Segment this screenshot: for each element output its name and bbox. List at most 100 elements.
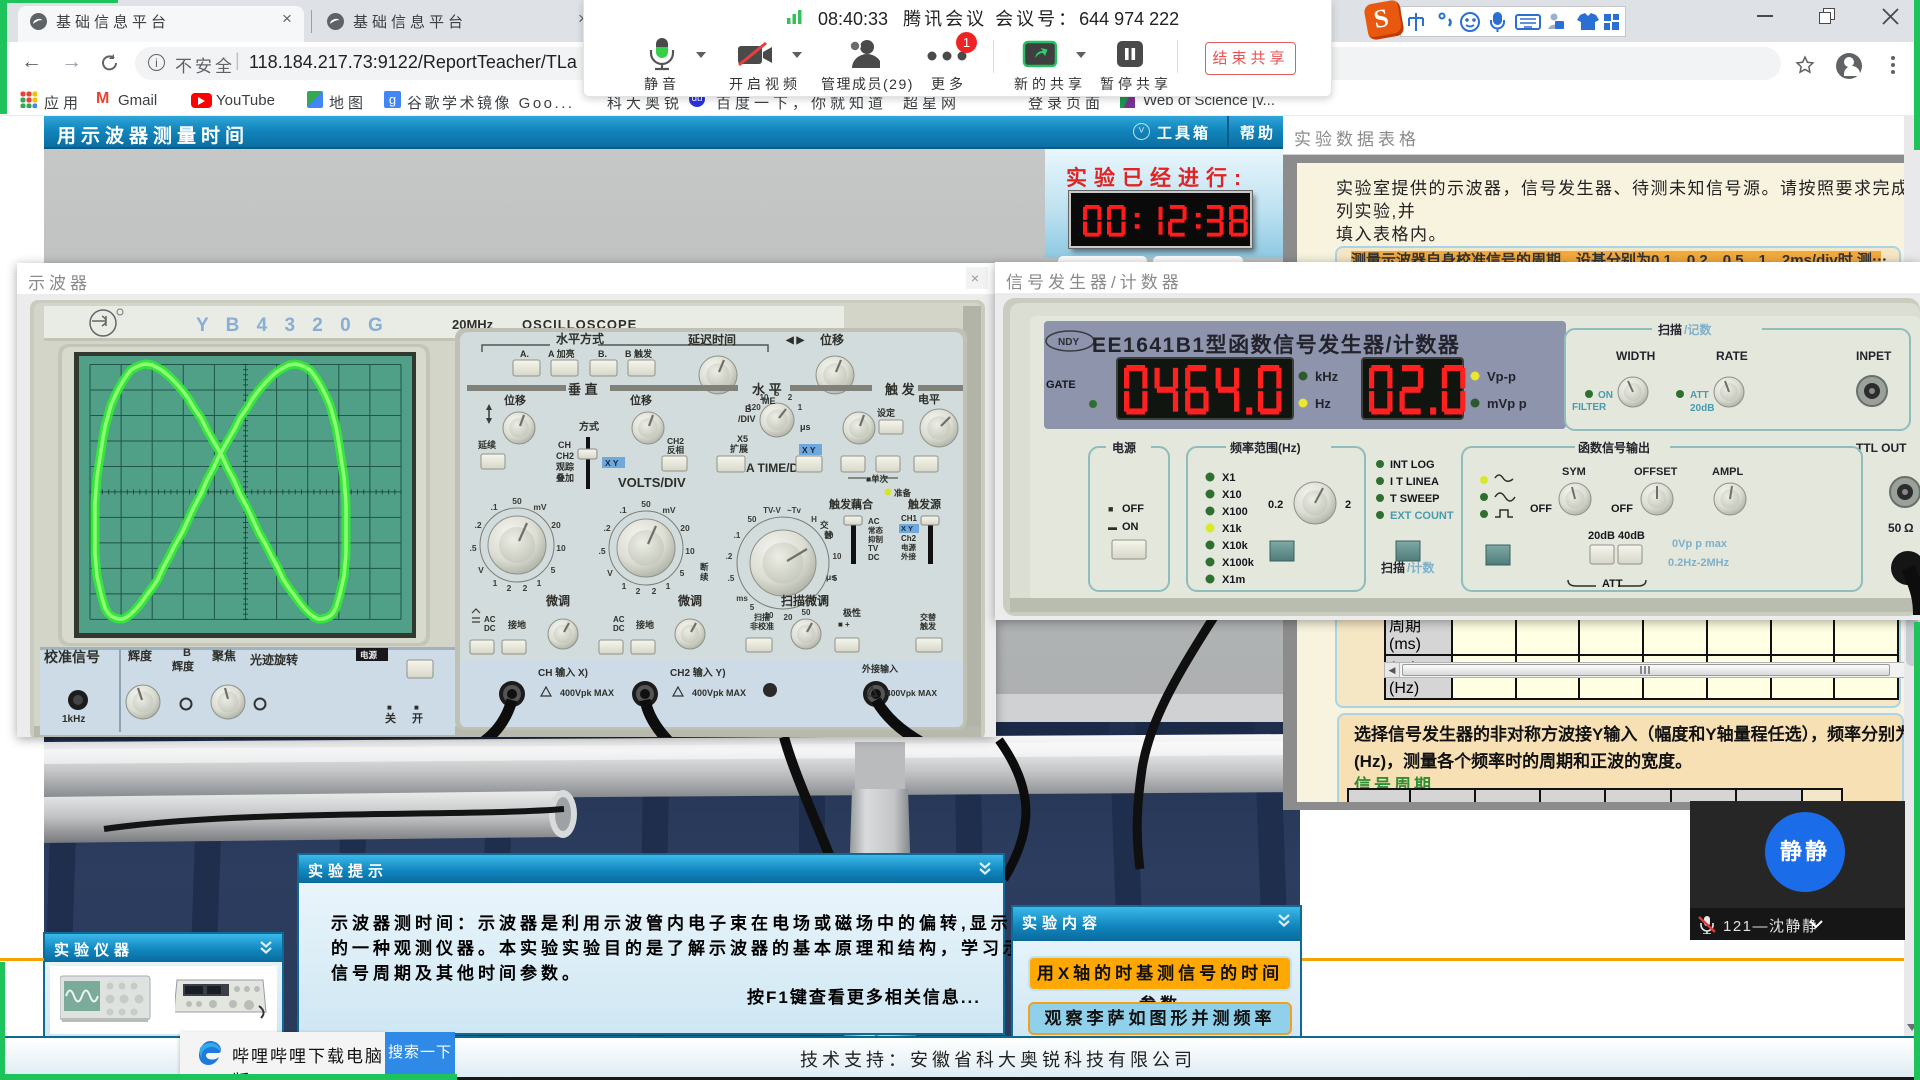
- svg-text:X10: X10: [1222, 489, 1242, 501]
- svg-text:400Vpk MAX: 400Vpk MAX: [886, 688, 937, 698]
- svg-text:50: 50: [641, 499, 651, 509]
- svg-text:/记数: /记数: [1684, 322, 1712, 337]
- svg-text:AMPL: AMPL: [1712, 466, 1743, 478]
- svg-text:水平方式: 水平方式: [556, 331, 604, 346]
- svg-text:ON: ON: [1122, 521, 1139, 533]
- svg-text:I T LINEA: I T LINEA: [1390, 476, 1439, 488]
- svg-text:5: 5: [775, 389, 780, 398]
- svg-text:OFF: OFF: [1530, 503, 1552, 515]
- svg-text:INT LOG: INT LOG: [1390, 459, 1435, 471]
- svg-text:T SWEEP: T SWEEP: [1390, 493, 1440, 505]
- svg-text:50: 50: [512, 496, 522, 506]
- svg-text:V: V: [607, 568, 613, 578]
- svg-text:ATT: ATT: [1690, 390, 1709, 401]
- svg-text:位移: 位移: [630, 393, 652, 407]
- svg-text:触发: 触发: [920, 621, 937, 631]
- svg-text:接地: 接地: [508, 619, 526, 630]
- svg-text:■单次: ■单次: [866, 474, 889, 484]
- svg-text:2: 2: [507, 583, 512, 593]
- svg-text:SYM: SYM: [1562, 466, 1586, 478]
- svg-text:DC: DC: [484, 624, 496, 633]
- svg-text:CH2: CH2: [556, 451, 574, 461]
- svg-text:X1k: X1k: [1222, 523, 1242, 535]
- svg-text:B 触发: B 触发: [625, 348, 653, 359]
- svg-text:CH2 输入 Y): CH2 输入 Y): [670, 666, 726, 679]
- svg-text:交: 交: [820, 520, 829, 530]
- svg-text:校准信号: 校准信号: [44, 649, 100, 665]
- svg-text:1: 1: [622, 581, 627, 591]
- svg-text:TV-V: TV-V: [763, 506, 781, 515]
- svg-text:■ +: ■ +: [838, 620, 850, 629]
- svg-text:叠加: 叠加: [556, 472, 574, 483]
- svg-text:辉度: 辉度: [128, 648, 153, 663]
- svg-text:外接输入: 外接输入: [861, 663, 898, 674]
- svg-text:1kHz: 1kHz: [62, 714, 85, 725]
- svg-text:μs: μs: [826, 572, 836, 582]
- svg-text:RATE: RATE: [1716, 349, 1748, 363]
- svg-text:X Y: X Y: [605, 458, 619, 468]
- svg-text:微调: 微调: [545, 593, 570, 608]
- svg-text:VOLTS/DIV: VOLTS/DIV: [618, 475, 686, 490]
- svg-text:2: 2: [636, 586, 641, 596]
- svg-text:OFF: OFF: [1611, 503, 1633, 515]
- svg-text:接地: 接地: [636, 619, 654, 630]
- svg-text:120: 120: [747, 403, 761, 412]
- svg-text:开: 开: [412, 712, 423, 725]
- svg-text:A.: A.: [520, 349, 529, 359]
- svg-text:20: 20: [551, 520, 561, 530]
- svg-text:2: 2: [1345, 499, 1351, 511]
- svg-text:◀ ▶: ◀ ▶: [785, 335, 805, 346]
- svg-text:.1: .1: [490, 502, 497, 512]
- svg-text:AC: AC: [868, 517, 880, 526]
- svg-text:电源: 电源: [901, 542, 916, 552]
- svg-text:20dB 40dB: 20dB 40dB: [1588, 530, 1645, 542]
- svg-text:CH 输入 X): CH 输入 X): [538, 666, 588, 679]
- svg-text:50: 50: [1888, 521, 1902, 535]
- svg-text:X Y: X Y: [802, 445, 816, 455]
- svg-text:CH: CH: [558, 440, 571, 450]
- svg-text:ms: ms: [736, 594, 748, 603]
- svg-text:0.2: 0.2: [1268, 499, 1283, 511]
- svg-text:AC: AC: [484, 615, 496, 624]
- svg-text:极性: 极性: [843, 607, 861, 618]
- svg-text:电源: 电源: [360, 650, 378, 660]
- svg-text:断: 断: [700, 562, 709, 572]
- svg-text:CH1: CH1: [901, 514, 918, 523]
- svg-text:.5: .5: [469, 543, 476, 553]
- svg-text:X100: X100: [1222, 506, 1248, 518]
- svg-text:X10k: X10k: [1222, 540, 1249, 552]
- svg-text:■: ■: [1108, 504, 1113, 514]
- svg-text:位移: 位移: [504, 393, 526, 407]
- svg-text:扫描: 扫描: [754, 612, 770, 622]
- svg-text:.5: .5: [728, 574, 735, 583]
- svg-text:10: 10: [556, 543, 566, 553]
- svg-text:关: 关: [385, 711, 396, 725]
- svg-text:触发藕合: 触发藕合: [828, 497, 874, 511]
- svg-text:V: V: [478, 565, 484, 575]
- svg-text:观踪: 观踪: [556, 461, 574, 472]
- svg-text:.1: .1: [619, 505, 626, 515]
- svg-text:X Y: X Y: [901, 524, 913, 533]
- svg-text:2: 2: [652, 586, 657, 596]
- svg-text:续: 续: [700, 572, 709, 582]
- svg-text:1: 1: [493, 578, 498, 588]
- svg-text:20: 20: [784, 613, 793, 622]
- svg-text:5: 5: [750, 603, 755, 612]
- svg-text:B: B: [183, 647, 191, 659]
- svg-text:5: 5: [551, 565, 556, 575]
- svg-text:.2: .2: [603, 523, 610, 533]
- svg-text:NDY: NDY: [1058, 337, 1079, 348]
- svg-text:mV: mV: [533, 502, 547, 512]
- svg-text:10: 10: [685, 546, 695, 556]
- svg-text:ATT: ATT: [1602, 578, 1623, 590]
- svg-text:设定: 设定: [877, 407, 896, 418]
- svg-text:20: 20: [680, 523, 690, 533]
- svg-text:.2: .2: [726, 552, 733, 561]
- svg-text:OFF: OFF: [1122, 503, 1144, 515]
- svg-text:Ω: Ω: [1904, 521, 1914, 535]
- svg-text:10: 10: [833, 552, 842, 561]
- svg-text:400Vpk MAX: 400Vpk MAX: [692, 688, 746, 698]
- svg-text:2: 2: [788, 393, 793, 402]
- svg-text:垂 直: 垂 直: [568, 382, 598, 397]
- svg-text:频率范围(Hz): 频率范围(Hz): [1230, 440, 1301, 455]
